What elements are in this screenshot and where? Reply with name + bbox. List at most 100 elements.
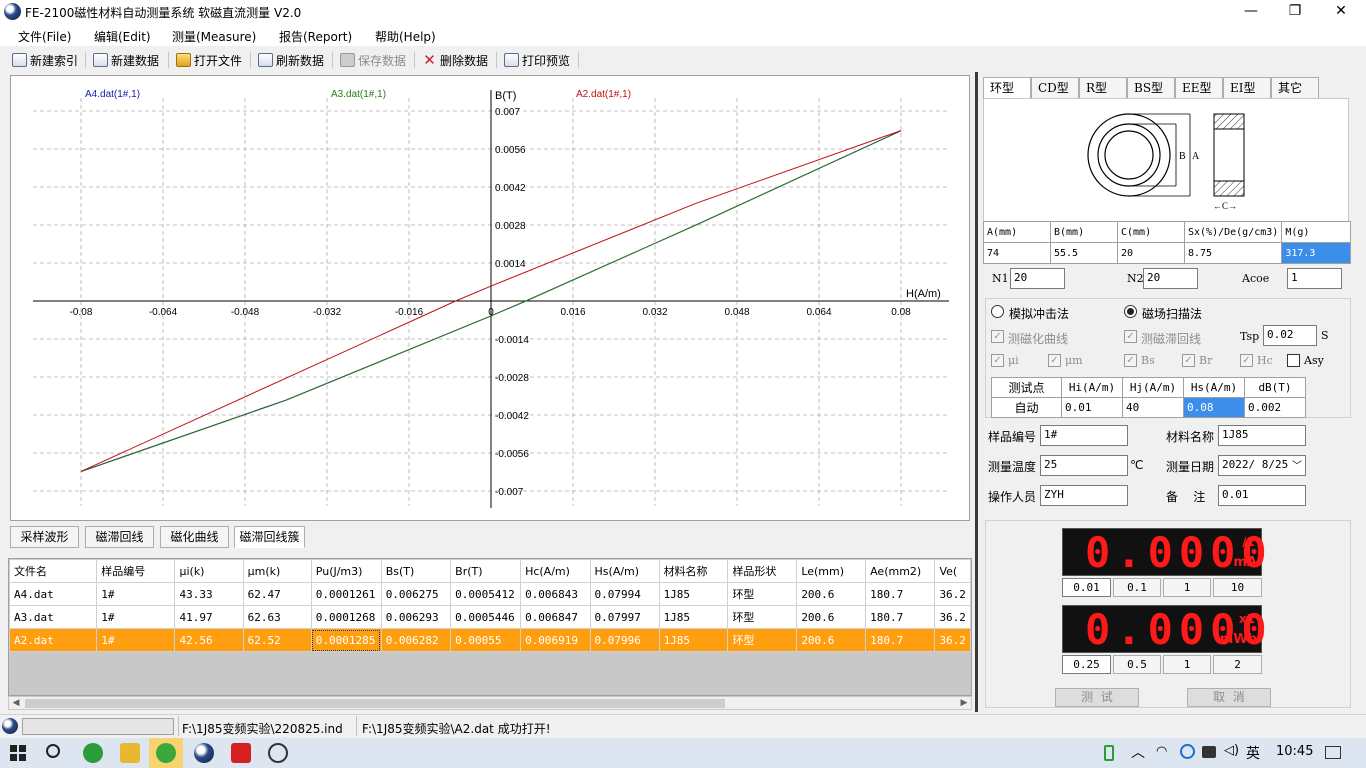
scroll-right-icon[interactable]: ▶ [957,696,971,710]
cell[interactable]: 1J85 [658,582,729,606]
pt-hj-input[interactable]: 40 [1122,397,1184,418]
dim-a-input[interactable]: 74 [983,242,1051,264]
battery-icon[interactable] [1104,745,1114,761]
tab-cd-shape[interactable]: CD型 [1031,77,1079,99]
cell[interactable]: 62.52 [242,628,312,652]
table-row[interactable]: A3.dat 1# 41.97 62.63 0.0001268 0.006293 0.000… [9,605,971,629]
flux-range-2-button[interactable]: 2 [1213,655,1262,674]
sample-no-input[interactable]: 1# [1040,425,1128,446]
col-ae[interactable]: Ae(mm2) [865,559,936,583]
fe2100-app-icon[interactable] [194,743,214,763]
br-checkbox[interactable]: ✓ [1182,354,1195,367]
cell[interactable]: 0.006293 [380,605,452,629]
cell[interactable]: 36.2 [934,605,971,629]
tab-ring-shape[interactable]: 环型 [983,77,1031,99]
wifi-icon[interactable]: ◠ [1156,744,1167,759]
cell[interactable]: 0.00055 [450,628,522,652]
dim-c-input[interactable]: 20 [1117,242,1185,264]
cell[interactable]: 环型 [727,628,798,652]
cell[interactable]: 0.0005412 [450,582,522,606]
keyboard-icon[interactable] [1202,746,1216,758]
material-input[interactable]: 1J85 [1218,425,1306,446]
current-range-0.1-button[interactable]: 0.1 [1113,578,1161,597]
cell[interactable]: 180.7 [865,605,936,629]
flux-range-0.25-button[interactable]: 0.25 [1062,655,1111,674]
windows-start-icon[interactable] [10,745,26,761]
tsp-input[interactable]: 0.02 [1263,325,1317,346]
settings-app-icon[interactable] [268,743,288,763]
close-button[interactable]: ✕ [1318,0,1364,24]
ime-indicator[interactable]: 英 [1246,743,1260,763]
col-ve[interactable]: Ve( [934,559,971,583]
tab-other-shape[interactable]: 其它 [1271,77,1319,99]
cell-focused[interactable]: 0.0001285 [310,628,382,652]
current-range-0.01-button[interactable]: 0.01 [1062,578,1111,597]
col-mu-i[interactable]: μi(k) [174,559,244,583]
cell[interactable]: 0.0001268 [310,605,382,629]
cell[interactable]: 62.47 [242,582,312,606]
menu-report[interactable]: 报告(Report) [279,28,352,45]
ballistic-method-radio[interactable] [991,305,1004,318]
cell[interactable]: 200.6 [796,605,867,629]
menu-edit[interactable]: 编辑(Edit) [94,28,151,45]
cell[interactable]: 180.7 [865,628,936,652]
delete-data-button[interactable]: ✕ 删除数据 [422,51,488,69]
cell[interactable]: 62.63 [242,605,312,629]
pt-hs-input[interactable]: 0.08 [1183,397,1245,418]
cell[interactable]: 1# [96,628,176,652]
cell[interactable]: 1# [96,605,176,629]
search-icon[interactable] [46,744,60,758]
col-pu[interactable]: Pu(J/m3) [310,559,382,583]
cell[interactable]: 36.2 [934,582,971,606]
cell[interactable]: 0.07994 [589,582,660,606]
col-br[interactable]: Br(T) [450,559,522,583]
cell[interactable]: 200.6 [796,628,867,652]
cell[interactable]: 环型 [727,605,798,629]
dim-mass-input[interactable]: 317.3 [1281,242,1352,264]
new-data-button[interactable]: 新建数据 [93,51,159,69]
flux-range-1-button[interactable]: 1 [1163,655,1211,674]
date-picker[interactable]: 2022/ 8/25 ﹀ [1218,455,1306,476]
scroll-left-icon[interactable]: ◀ [9,696,23,710]
col-material[interactable]: 材料名称 [658,559,729,583]
table-row-selected[interactable]: A2.dat 1# 42.56 62.52 0.0001285 0.006282 0.000… [9,628,971,652]
cell[interactable]: 180.7 [865,582,936,606]
cell[interactable]: 1# [96,582,176,606]
col-bs[interactable]: Bs(T) [380,559,452,583]
cancel-button[interactable]: 取 消 [1187,688,1271,707]
browser-icon[interactable] [83,743,103,763]
restore-button[interactable]: ❐ [1272,0,1318,24]
cell[interactable]: 200.6 [796,582,867,606]
clock[interactable]: 10:45 [1276,744,1313,759]
cell[interactable]: A3.dat [9,605,98,629]
cell[interactable]: 0.006919 [520,628,591,652]
operator-input[interactable]: ZYH [1040,485,1128,506]
n1-input[interactable]: 20 [1010,268,1065,289]
tab-r-shape[interactable]: R型 [1079,77,1127,99]
cell[interactable]: 0.0001261 [310,582,382,606]
col-mu-m[interactable]: μm(k) [242,559,312,583]
menu-file[interactable]: 文件(File) [18,28,71,45]
current-range-10-button[interactable]: 10 [1213,578,1262,597]
volume-icon[interactable]: ◁) [1224,743,1239,758]
table-row[interactable]: A4.dat 1# 43.33 62.47 0.0001261 0.006275 0.000… [9,582,971,606]
cell[interactable]: 1J85 [658,605,729,629]
wechat-taskbar-active[interactable] [149,738,183,768]
col-hs[interactable]: Hs(A/m) [589,559,660,583]
cell[interactable]: 0.006282 [380,628,452,652]
current-range-1-button[interactable]: 1 [1163,578,1211,597]
dim-density-input[interactable]: 8.75 [1183,242,1283,264]
minimize-button[interactable]: — [1228,0,1274,24]
cell[interactable]: 0.0005446 [450,605,522,629]
col-sample-no[interactable]: 样品编号 [96,559,176,583]
tab-magnetization-curve[interactable]: 磁化曲线 [160,526,229,548]
file-explorer-icon[interactable] [120,743,140,763]
cell[interactable]: 42.56 [174,628,244,652]
col-shape[interactable]: 样品形状 [727,559,798,583]
tab-sampling-waveform[interactable]: 采样波形 [10,526,79,548]
temperature-input[interactable]: 25 [1040,455,1128,476]
n2-input[interactable]: 20 [1143,268,1198,289]
acoe-input[interactable]: 1 [1287,268,1342,289]
tab-ee-shape[interactable]: EE型 [1175,77,1223,99]
col-file-name[interactable]: 文件名 [9,559,98,583]
